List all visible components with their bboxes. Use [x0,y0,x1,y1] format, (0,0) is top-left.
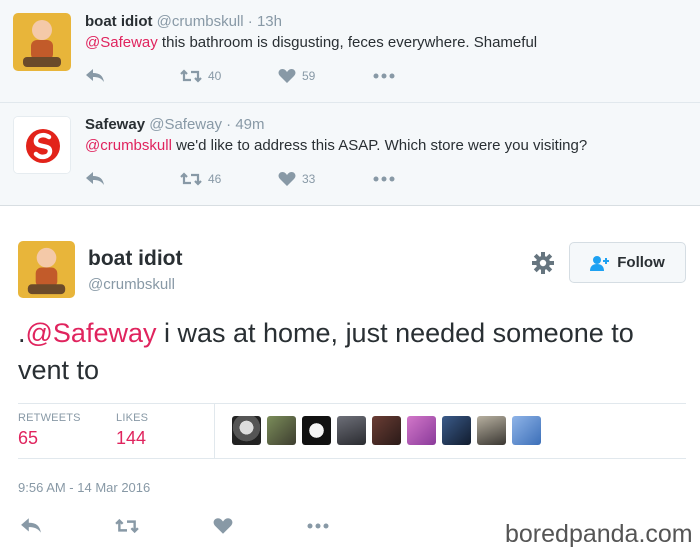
retweet-button[interactable]: 40 [180,69,221,83]
text-prefix: . [18,318,26,348]
like-count: 33 [302,172,316,186]
avatar[interactable] [232,416,261,445]
like-button[interactable]: 33 [278,171,315,187]
retweet-count: 46 [208,172,222,186]
retweets-stat[interactable]: RETWEETS 65 [18,412,81,449]
likers-avatars [232,416,541,445]
timestamp[interactable]: 49m [235,116,264,133]
reply-button[interactable] [85,171,105,187]
retweet-icon [180,69,202,83]
avatar[interactable] [302,416,331,445]
likes-count: 144 [116,428,147,448]
tweet-text: .@Safeway i was at home, just needed som… [18,315,678,389]
avatar[interactable] [372,416,401,445]
settings-button[interactable] [530,250,556,276]
retweet-count: 40 [208,69,222,83]
display-name[interactable]: boat idiot [85,13,153,30]
retweets-count: 65 [18,428,39,448]
mention-link[interactable]: @Safeway [85,34,158,51]
display-name[interactable]: boat idiot [88,247,182,271]
more-icon [373,176,395,182]
likes-label: LIKES [116,412,149,424]
like-button[interactable]: 59 [278,68,315,84]
tweet-text: @crumbskull we'd like to address this AS… [85,137,587,154]
avatar[interactable] [13,13,71,71]
separator: · [247,13,253,30]
handle[interactable]: @Safeway [149,116,222,133]
more-button[interactable] [373,176,395,182]
heart-icon [213,518,233,534]
retweet-icon [180,172,202,186]
tweet-text: @Safeway this bathroom is disgusting, fe… [85,34,537,51]
reply-header: boat idiot @crumbskull · 13h [85,13,282,30]
reply-button[interactable] [20,517,42,535]
reply-icon [21,518,41,533]
avatar[interactable] [442,416,471,445]
like-button[interactable] [213,517,233,535]
tweet-timestamp[interactable]: 9:56 AM - 14 Mar 2016 [18,480,150,495]
avatar[interactable] [267,416,296,445]
avatar[interactable] [407,416,436,445]
more-icon [373,73,395,79]
display-name[interactable]: Safeway [85,116,145,133]
like-count: 59 [302,69,316,83]
heart-icon [278,172,296,186]
handle[interactable]: @crumbskull [157,13,244,30]
follow-label: Follow [617,254,665,271]
tweet-stats: RETWEETS 65 LIKES 144 [18,403,686,459]
follow-button[interactable]: Follow [569,242,686,283]
reply-icon [86,69,104,82]
tweet-thread: boat idiot @crumbskull · 13h @Safeway th… [0,0,700,558]
likes-stat[interactable]: LIKES 144 [116,412,148,449]
avatar[interactable] [18,241,75,298]
timestamp[interactable]: 13h [257,13,282,30]
handle[interactable]: @crumbskull [88,276,175,293]
add-user-icon [590,255,610,271]
reply-header: Safeway @Safeway · 49m [85,116,265,133]
tweet-body: this bathroom is disgusting, feces every… [157,34,538,51]
divider [214,404,215,459]
retweets-label: RETWEETS [18,412,81,424]
retweet-icon [115,518,139,534]
tweet-actions [18,514,338,538]
separator: · [226,116,232,133]
mention-link[interactable]: @crumbskull [85,137,172,154]
reply-icon [86,172,104,185]
more-button[interactable] [306,523,330,529]
tweet-body: we'd like to address this ASAP. Which st… [171,137,588,154]
heart-icon [278,69,296,83]
mention-link[interactable]: @Safeway [26,318,157,348]
avatar[interactable] [477,416,506,445]
more-button[interactable] [373,73,395,79]
avatar[interactable] [13,116,71,174]
gear-icon [532,252,554,274]
retweet-button[interactable] [115,518,139,534]
avatar[interactable] [337,416,366,445]
avatar[interactable] [512,416,541,445]
more-icon [307,523,329,529]
watermark: boredpanda.com [505,520,693,548]
reply-tweet-1[interactable]: boat idiot @crumbskull · 13h @Safeway th… [0,0,700,103]
reply-button[interactable] [85,68,105,84]
retweet-button[interactable]: 46 [180,172,221,186]
